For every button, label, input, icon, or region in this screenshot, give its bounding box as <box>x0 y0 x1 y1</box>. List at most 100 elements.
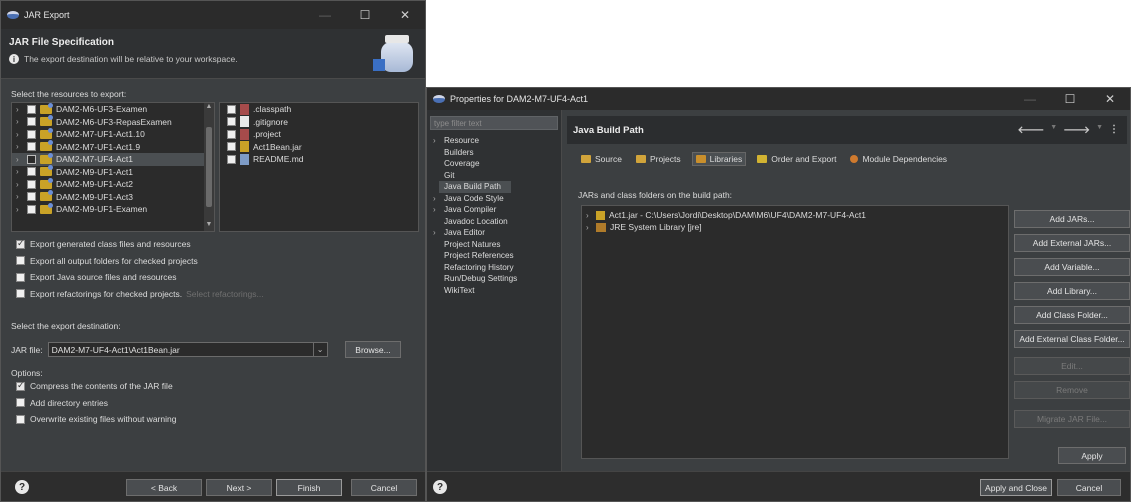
chevron-right-icon[interactable]: › <box>433 136 444 145</box>
chevron-down-icon[interactable]: ⌄ <box>312 343 327 356</box>
project-row[interactable]: › DAM2-M9-UF1-Act3 <box>12 190 214 204</box>
project-row[interactable]: › DAM2-M9-UF1-Examen <box>12 202 214 216</box>
nav-item[interactable]: Coverage <box>427 158 561 170</box>
project-row[interactable]: › DAM2-M7-UF4-Act1 <box>12 152 214 166</box>
nav-item[interactable]: Refactoring History <box>427 262 561 274</box>
close-icon[interactable]: ✕ <box>1090 88 1130 110</box>
build-path-entry[interactable]: › JRE System Library [jre] <box>582 221 1008 233</box>
nav-item[interactable]: Git <box>427 170 561 182</box>
select-refactorings-link[interactable]: Select refactorings... <box>186 289 263 299</box>
file-checkbox[interactable] <box>227 129 236 139</box>
scroll-up-icon[interactable]: ▲ <box>204 103 214 113</box>
chevron-right-icon[interactable]: › <box>16 105 24 114</box>
file-row[interactable]: README.md <box>220 153 418 166</box>
files-list[interactable]: .classpath .gitignore .project Act1Bean.jar… <box>219 102 419 232</box>
option-checkbox[interactable] <box>16 380 25 391</box>
chevron-right-icon[interactable]: › <box>433 205 444 214</box>
chevron-right-icon[interactable]: › <box>16 167 24 176</box>
project-row[interactable]: › DAM2-M9-UF1-Act1 <box>12 165 214 179</box>
project-row[interactable]: › DAM2-M9-UF1-Act2 <box>12 177 214 191</box>
file-row[interactable]: .classpath <box>220 103 418 116</box>
back-arrow-icon[interactable]: 🡐 <box>1017 124 1044 136</box>
nav-item[interactable]: › Java Compiler <box>427 204 561 216</box>
build-path-entry[interactable]: › Act1.jar - C:\Users\Jordi\Desktop\DAM\M… <box>582 209 1008 221</box>
nav-item[interactable]: › Java Code Style <box>427 193 561 205</box>
project-checkbox[interactable] <box>27 179 36 189</box>
option-checkbox[interactable] <box>16 398 25 407</box>
apply-and-close-button[interactable]: Apply and Close <box>980 479 1052 496</box>
maximize-icon[interactable]: ☐ <box>1050 88 1090 110</box>
forward-arrow-icon[interactable]: 🡒 <box>1063 124 1090 136</box>
maximize-icon[interactable]: ☐ <box>345 1 385 29</box>
nav-item[interactable]: WikiText <box>427 285 561 297</box>
chevron-right-icon[interactable]: › <box>16 142 24 151</box>
side-button-5[interactable]: Add External Class Folder... <box>1014 330 1130 348</box>
scroll-down-icon[interactable]: ▼ <box>204 221 214 231</box>
option-row[interactable]: Overwrite existing files without warning <box>16 414 176 424</box>
side-button-4[interactable]: Add Class Folder... <box>1014 306 1130 324</box>
option-checkbox[interactable] <box>16 238 25 249</box>
file-row[interactable]: .gitignore <box>220 116 418 129</box>
side-button-1[interactable]: Add External JARs... <box>1014 234 1130 252</box>
option-row[interactable]: Compress the contents of the JAR file <box>16 380 173 391</box>
nav-item[interactable]: Java Build Path <box>439 181 511 193</box>
nav-item[interactable]: Project References <box>427 250 561 262</box>
file-row[interactable]: .project <box>220 128 418 141</box>
close-icon[interactable]: ✕ <box>385 1 425 29</box>
nav-item[interactable]: › Resource <box>427 135 561 147</box>
project-checkbox[interactable] <box>27 129 36 139</box>
project-checkbox[interactable] <box>27 167 36 177</box>
cancel-button[interactable]: Cancel <box>351 479 417 496</box>
tab-projects[interactable]: Projects <box>633 153 684 165</box>
option-row[interactable]: Export generated class files and resourc… <box>16 238 191 249</box>
option-row[interactable]: Export Java source files and resources <box>16 272 176 282</box>
option-row[interactable]: Export all output folders for checked pr… <box>16 256 198 266</box>
file-checkbox[interactable] <box>227 104 236 114</box>
forward-menu-icon[interactable]: ▼ <box>1096 124 1103 136</box>
projects-tree[interactable]: › DAM2-M6-UF3-Examen › DAM2-M6-UF3-RepasExa… <box>11 102 215 232</box>
nav-item[interactable]: Builders <box>427 147 561 159</box>
jar-file-combo[interactable]: DAM2-M7-UF4-Act1\Act1Bean.jar ⌄ <box>47 342 328 357</box>
view-menu-icon[interactable]: ⋮ <box>1109 124 1119 136</box>
browse-button[interactable]: Browse... <box>345 341 401 358</box>
option-row[interactable]: Add directory entries <box>16 398 108 408</box>
file-checkbox[interactable] <box>227 142 236 152</box>
project-checkbox[interactable] <box>27 104 36 114</box>
nav-item[interactable]: Project Natures <box>427 239 561 251</box>
tab-source[interactable]: Source <box>578 153 625 165</box>
nav-item[interactable]: Run/Debug Settings <box>427 273 561 285</box>
project-checkbox[interactable] <box>27 117 36 127</box>
file-row[interactable]: Act1Bean.jar <box>220 141 418 154</box>
option-checkbox[interactable] <box>16 272 25 282</box>
file-checkbox[interactable] <box>227 154 236 164</box>
chevron-right-icon[interactable]: › <box>586 211 596 220</box>
help-icon[interactable]: ? <box>15 480 29 494</box>
apply-button[interactable]: Apply <box>1058 447 1126 464</box>
chevron-right-icon[interactable]: › <box>433 194 444 203</box>
help-icon[interactable]: ? <box>433 480 447 494</box>
projects-scrollbar[interactable]: ▲ ▼ <box>204 103 214 231</box>
chevron-right-icon[interactable]: › <box>16 205 24 214</box>
file-checkbox[interactable] <box>227 117 236 127</box>
project-checkbox[interactable] <box>27 204 36 214</box>
option-row[interactable]: Export refactorings for checked projects… <box>16 289 264 299</box>
finish-button[interactable]: Finish <box>276 479 342 496</box>
project-checkbox[interactable] <box>27 192 36 202</box>
project-checkbox[interactable] <box>27 142 36 152</box>
option-checkbox[interactable] <box>16 414 25 424</box>
project-row[interactable]: › DAM2-M7-UF1-Act1.9 <box>12 140 214 154</box>
minimize-icon[interactable]: — <box>1010 88 1050 110</box>
filter-input[interactable]: type filter text <box>430 116 558 130</box>
tab-module-dependencies[interactable]: Module Dependencies <box>847 153 950 165</box>
option-checkbox[interactable] <box>16 289 25 298</box>
chevron-right-icon[interactable]: › <box>433 228 444 237</box>
back-button[interactable]: < Back <box>126 479 202 496</box>
project-row[interactable]: › DAM2-M6-UF3-RepasExamen <box>12 115 214 129</box>
side-button-2[interactable]: Add Variable... <box>1014 258 1130 276</box>
next-button[interactable]: Next > <box>206 479 272 496</box>
nav-item[interactable]: Javadoc Location <box>427 216 561 228</box>
project-row[interactable]: › DAM2-M7-UF1-Act1.10 <box>12 127 214 141</box>
project-row[interactable]: › DAM2-M6-UF3-Examen <box>12 103 214 116</box>
chevron-right-icon[interactable]: › <box>16 180 24 189</box>
build-path-tree[interactable]: › Act1.jar - C:\Users\Jordi\Desktop\DAM\M… <box>581 205 1009 459</box>
